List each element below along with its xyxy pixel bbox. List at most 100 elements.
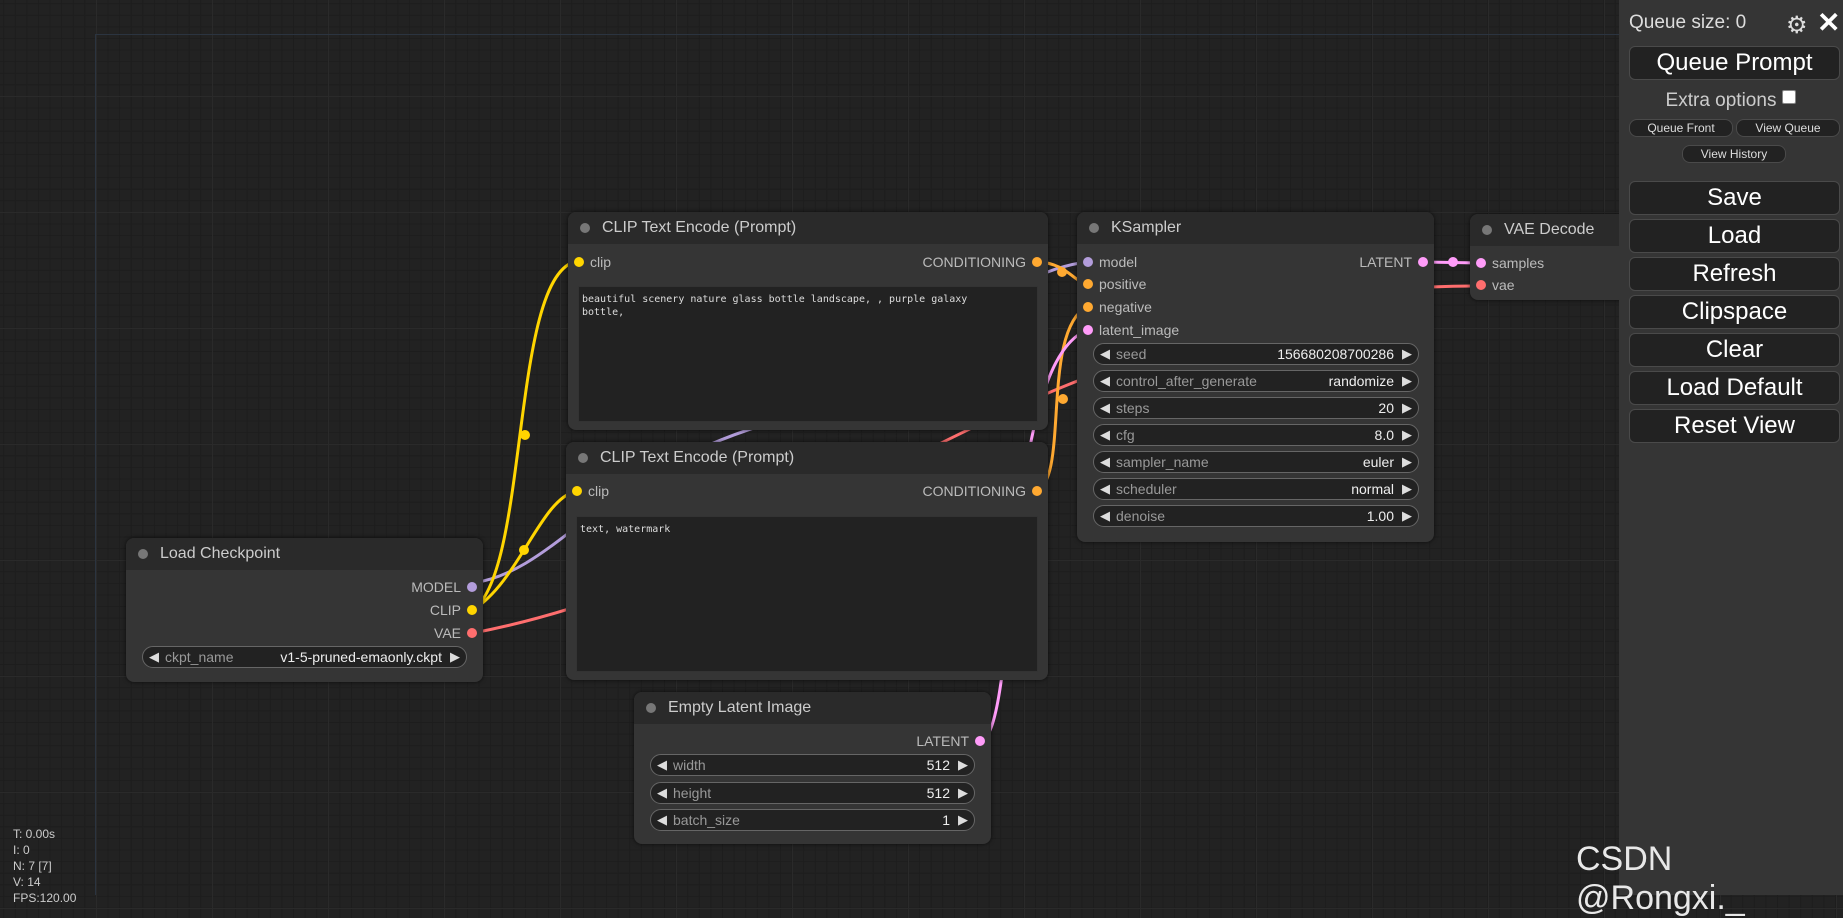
output-conditioning[interactable]: CONDITIONING: [923, 482, 1048, 500]
port-icon[interactable]: [467, 628, 477, 638]
increment-icon[interactable]: ▶: [1402, 481, 1412, 497]
collapse-dot-icon[interactable]: [138, 549, 148, 559]
decrement-icon[interactable]: ◀: [1100, 346, 1110, 362]
port-icon[interactable]: [572, 486, 582, 496]
save-button[interactable]: Save: [1629, 181, 1840, 215]
increment-icon[interactable]: ▶: [1402, 346, 1412, 362]
increment-icon[interactable]: ▶: [958, 757, 968, 773]
port-icon[interactable]: [975, 736, 985, 746]
collapse-dot-icon[interactable]: [646, 703, 656, 713]
clip-text-encode-negative-node[interactable]: CLIP Text Encode (Prompt) clip CONDITION…: [566, 442, 1048, 680]
output-conditioning[interactable]: CONDITIONING: [923, 253, 1048, 271]
sampler-name-widget[interactable]: ◀ sampler_name euler ▶: [1093, 451, 1419, 473]
stat-time: T: 0.00s: [13, 827, 56, 841]
port-icon[interactable]: [1476, 280, 1486, 290]
port-icon[interactable]: [1083, 279, 1093, 289]
node-title-text: KSampler: [1111, 219, 1182, 236]
output-latent[interactable]: LATENT: [916, 732, 991, 750]
scheduler-widget[interactable]: ◀ scheduler normal ▶: [1093, 478, 1419, 500]
view-queue-button[interactable]: View Queue: [1736, 119, 1840, 137]
clip-text-encode-positive-node[interactable]: CLIP Text Encode (Prompt) clip CONDITION…: [568, 212, 1048, 430]
increment-icon[interactable]: ▶: [1402, 508, 1412, 524]
output-model[interactable]: MODEL: [411, 578, 483, 596]
load-checkpoint-node[interactable]: Load Checkpoint MODEL CLIP VAE ◀ ckpt_nam…: [126, 538, 483, 682]
input-negative[interactable]: negative: [1077, 298, 1152, 316]
clipspace-button[interactable]: Clipspace: [1629, 295, 1840, 329]
decrement-icon[interactable]: ◀: [149, 649, 159, 665]
decrement-icon[interactable]: ◀: [1100, 508, 1110, 524]
decrement-icon[interactable]: ◀: [1100, 481, 1110, 497]
increment-icon[interactable]: ▶: [958, 785, 968, 801]
steps-widget[interactable]: ◀ steps 20 ▶: [1093, 397, 1419, 419]
node-title[interactable]: Empty Latent Image: [634, 692, 991, 724]
width-widget[interactable]: ◀ width 512 ▶: [650, 754, 975, 776]
ckpt-name-widget[interactable]: ◀ ckpt_name v1-5-pruned-emaonly.ckpt ▶: [142, 646, 467, 668]
output-latent[interactable]: LATENT: [1359, 253, 1434, 271]
decrement-icon[interactable]: ◀: [657, 785, 667, 801]
decrement-icon[interactable]: ◀: [657, 757, 667, 773]
input-latent-image[interactable]: latent_image: [1077, 321, 1179, 339]
prompt-textarea[interactable]: beautiful scenery nature glass bottle la…: [578, 286, 1038, 422]
gear-icon[interactable]: ⚙: [1786, 11, 1808, 40]
reset-view-button[interactable]: Reset View: [1629, 409, 1840, 443]
increment-icon[interactable]: ▶: [1402, 373, 1412, 389]
decrement-icon[interactable]: ◀: [1100, 427, 1110, 443]
clear-button[interactable]: Clear: [1629, 333, 1840, 367]
empty-latent-image-node[interactable]: Empty Latent Image LATENT ◀ width 512 ▶ ◀ he…: [634, 692, 991, 844]
decrement-icon[interactable]: ◀: [1100, 454, 1110, 470]
extra-options-checkbox[interactable]: [1782, 90, 1797, 104]
port-icon[interactable]: [467, 582, 477, 592]
node-title[interactable]: CLIP Text Encode (Prompt): [568, 212, 1048, 244]
load-default-button[interactable]: Load Default: [1629, 371, 1840, 405]
node-title[interactable]: KSampler: [1077, 212, 1434, 244]
increment-icon[interactable]: ▶: [1402, 454, 1412, 470]
port-icon[interactable]: [1032, 486, 1042, 496]
input-model[interactable]: model: [1077, 253, 1137, 271]
control-after-generate-widget[interactable]: ◀ control_after_generate randomize ▶: [1093, 370, 1419, 392]
decrement-icon[interactable]: ◀: [1100, 400, 1110, 416]
seed-widget[interactable]: ◀ seed 156680208700286 ▶: [1093, 343, 1419, 365]
output-vae[interactable]: VAE: [434, 624, 483, 642]
port-icon[interactable]: [574, 257, 584, 267]
node-title[interactable]: Load Checkpoint: [126, 538, 483, 570]
port-icon[interactable]: [1083, 257, 1093, 267]
graph-canvas[interactable]: CLIP Text Encode (Prompt) clip CONDITION…: [0, 0, 1620, 895]
port-icon[interactable]: [467, 605, 477, 615]
collapse-dot-icon[interactable]: [1482, 225, 1492, 235]
node-title[interactable]: CLIP Text Encode (Prompt): [566, 442, 1048, 474]
input-vae[interactable]: vae: [1470, 276, 1515, 294]
prompt-textarea[interactable]: text, watermark: [576, 516, 1038, 672]
refresh-button[interactable]: Refresh: [1629, 257, 1840, 291]
input-samples[interactable]: samples: [1470, 254, 1544, 272]
decrement-icon[interactable]: ◀: [657, 812, 667, 828]
batch-size-widget[interactable]: ◀ batch_size 1 ▶: [650, 809, 975, 831]
cfg-widget[interactable]: ◀ cfg 8.0 ▶: [1093, 424, 1419, 446]
decrement-icon[interactable]: ◀: [1100, 373, 1110, 389]
increment-icon[interactable]: ▶: [1402, 427, 1412, 443]
queue-prompt-button[interactable]: Queue Prompt: [1629, 46, 1840, 80]
collapse-dot-icon[interactable]: [580, 223, 590, 233]
close-icon[interactable]: ✕: [1817, 6, 1840, 39]
output-clip[interactable]: CLIP: [430, 601, 483, 619]
port-icon[interactable]: [1083, 325, 1093, 335]
increment-icon[interactable]: ▶: [450, 649, 460, 665]
input-clip[interactable]: clip: [566, 482, 609, 500]
input-positive[interactable]: positive: [1077, 275, 1146, 293]
queue-front-button[interactable]: Queue Front: [1629, 119, 1733, 137]
collapse-dot-icon[interactable]: [578, 453, 588, 463]
input-clip[interactable]: clip: [568, 253, 611, 271]
ksampler-node[interactable]: KSampler model positive negative latent_…: [1077, 212, 1434, 542]
increment-icon[interactable]: ▶: [1402, 400, 1412, 416]
vae-decode-node[interactable]: VAE Decode samples vae: [1470, 214, 1620, 300]
port-icon[interactable]: [1083, 302, 1093, 312]
collapse-dot-icon[interactable]: [1089, 223, 1099, 233]
height-widget[interactable]: ◀ height 512 ▶: [650, 782, 975, 804]
node-title[interactable]: VAE Decode: [1470, 214, 1620, 246]
increment-icon[interactable]: ▶: [958, 812, 968, 828]
port-icon[interactable]: [1032, 257, 1042, 267]
view-history-button[interactable]: View History: [1682, 145, 1786, 163]
denoise-widget[interactable]: ◀ denoise 1.00 ▶: [1093, 505, 1419, 527]
load-button[interactable]: Load: [1629, 219, 1840, 253]
port-icon[interactable]: [1476, 258, 1486, 268]
port-icon[interactable]: [1418, 257, 1428, 267]
